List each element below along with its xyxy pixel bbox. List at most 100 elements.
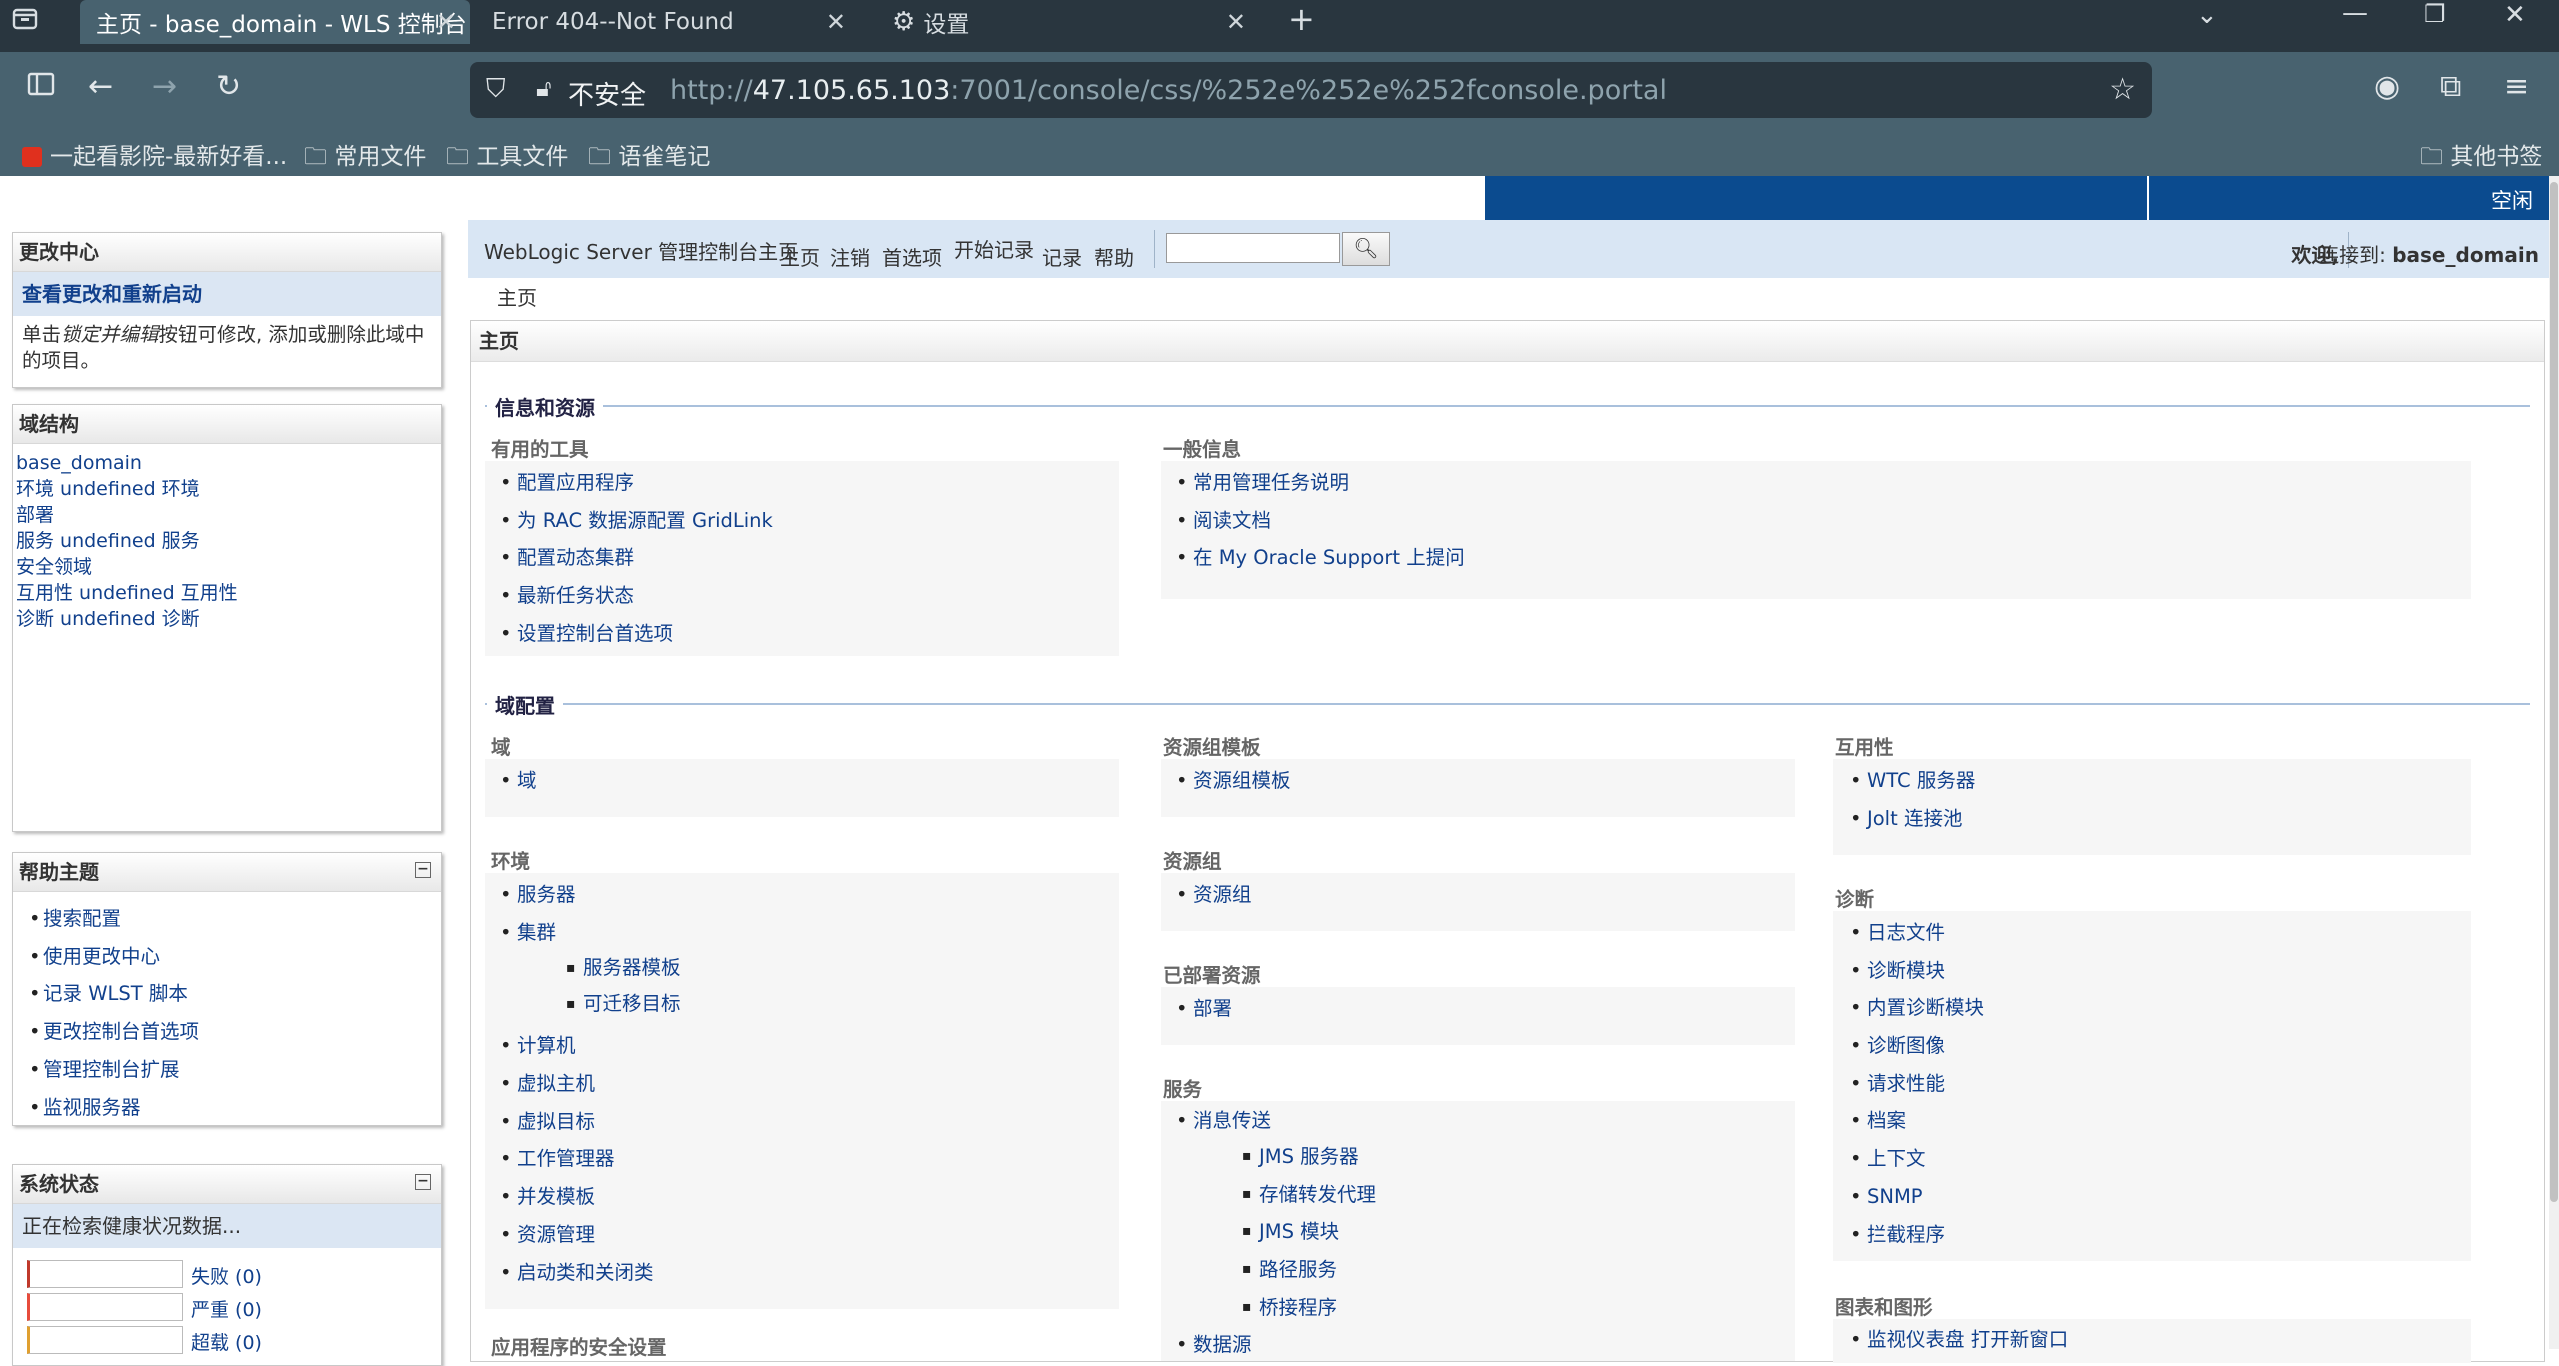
close-icon[interactable]: ✕ [2504,0,2526,30]
breadcrumb[interactable]: 主页 [497,282,537,311]
tree-item-base-domain[interactable]: base_domain [13,450,441,476]
service-link[interactable]: 消息传送 [1176,1104,1376,1138]
tab-settings[interactable]: ⚙ 设置 ✕ [880,0,1260,44]
search-input[interactable] [1166,233,1340,263]
service-link[interactable]: 路径服务 [1242,1251,1376,1289]
nav-logout[interactable]: 注销 [830,242,870,271]
tab-console-home[interactable]: 主页 - base_domain - WLS 控制台 ✕ [80,0,470,44]
health-failed[interactable]: 失败 (0) [191,1262,262,1289]
menu-icon[interactable]: ≡ [2504,69,2529,104]
bookmark-folder[interactable]: 🗀︎ 工具文件 [446,137,568,179]
env-link[interactable]: 服务器 [500,876,681,914]
help-link[interactable]: 使用更改中心 [29,938,441,976]
env-link[interactable]: 工作管理器 [500,1140,681,1178]
health-critical[interactable]: 严重 (0) [191,1295,262,1322]
env-link[interactable]: 计算机 [500,1027,681,1065]
help-link[interactable]: 管理控制台扩展 [29,1051,441,1089]
tree-item-deployments[interactable]: 部署 [13,502,441,528]
help-link[interactable]: 记录 WLST 脚本 [29,975,441,1013]
account-icon[interactable]: ◉ [2374,69,2400,104]
diag-link[interactable]: 档案 [1850,1102,1984,1140]
service-link[interactable]: JMS 服务器 [1242,1138,1376,1176]
diag-link[interactable]: 诊断模块 [1850,952,1984,990]
reload-icon[interactable]: ↻ [216,69,241,104]
sidebar-icon[interactable] [26,69,56,107]
service-link[interactable]: 数据源 [1176,1326,1376,1364]
diag-link[interactable]: 日志文件 [1850,914,1984,952]
diag-link[interactable]: 诊断图像 [1850,1027,1984,1065]
minimize-icon[interactable]: — [2342,0,2368,28]
bookmark-item[interactable]: 一起看影院-最新好看... [22,137,287,171]
scrollbar-thumb[interactable] [2550,182,2558,1202]
minimize-icon[interactable]: − [415,862,431,878]
other-bookmarks[interactable]: 🗀︎ 其他书签 [2420,137,2542,179]
help-link[interactable]: 监视服务器 [29,1089,441,1127]
rg-link[interactable]: 资源组 [1176,876,1251,914]
plus-icon[interactable]: + [1288,0,1315,38]
env-link[interactable]: 集群 [500,914,681,952]
env-link[interactable]: 服务器模板 [566,951,680,985]
chart-link[interactable]: 监视仪表盘 打开新窗口 [1850,1321,2068,1359]
lock-warning-icon[interactable]: 🔓︎ [536,74,552,102]
bookmark-folder[interactable]: 🗀︎ 常用文件 [304,137,426,179]
tree-item-diagnostics[interactable]: 诊断 undefined 诊断 [13,606,441,632]
close-icon[interactable]: ✕ [1226,8,1246,36]
tree-item-services[interactable]: 服务 undefined 服务 [13,528,441,554]
restore-icon[interactable]: ❐ [2424,0,2446,28]
interop-link[interactable]: Jolt 连接池 [1850,800,1975,838]
env-link[interactable]: 可迁移目标 [566,985,680,1027]
service-link[interactable]: JMS 模块 [1242,1213,1376,1251]
nav-record[interactable]: 记录 [1042,242,1082,271]
tree-item-environment[interactable]: 环境 undefined 环境 [13,476,441,502]
shield-icon[interactable]: ⛉ [486,74,506,105]
extensions-icon[interactable]: ⧉ [2440,69,2461,104]
tab-error-404[interactable]: Error 404--Not Found ✕ [480,0,860,44]
env-link[interactable]: 虚拟目标 [500,1103,681,1141]
forward-arrow-icon[interactable]: → [152,69,177,104]
security-label[interactable]: 不安全 [568,75,646,112]
address-bar[interactable]: ⛉ 🔓︎ 不安全 http://47.105.65.103:7001/conso… [470,62,2152,118]
tool-link[interactable]: 设置控制台首选项 [500,615,773,653]
diag-link[interactable]: SNMP [1850,1178,1984,1216]
view-changes-link[interactable]: 查看更改和重新启动 [13,272,441,316]
chevron-down-icon[interactable]: ⌄ [2196,0,2218,30]
tool-link[interactable]: 为 RAC 数据源配置 GridLink [500,502,773,540]
health-overloaded[interactable]: 超载 (0) [191,1328,262,1355]
search-button[interactable]: 🔍︎ [1342,232,1390,266]
interop-link[interactable]: WTC 服务器 [1850,762,1975,800]
env-link[interactable]: 虚拟主机 [500,1065,681,1103]
nav-home[interactable]: 主页 [780,242,820,271]
tool-link[interactable]: 配置应用程序 [500,464,773,502]
help-link[interactable]: 搜索配置 [29,900,441,938]
tool-link[interactable]: 最新任务状态 [500,577,773,615]
info-link[interactable]: 在 My Oracle Support 上提问 [1176,539,1465,577]
help-link[interactable]: 更改控制台首选项 [29,1013,441,1051]
tab-manager-icon[interactable] [10,4,40,41]
env-link[interactable]: 启动类和关闭类 [500,1254,681,1292]
close-icon[interactable]: ✕ [826,8,846,36]
bookmark-folder[interactable]: 🗀︎ 语雀笔记 [588,137,710,179]
tool-link[interactable]: 配置动态集群 [500,539,773,577]
service-link[interactable]: 存储转发代理 [1242,1176,1376,1214]
service-link[interactable]: 桥接程序 [1242,1289,1376,1327]
diag-link[interactable]: 请求性能 [1850,1065,1984,1103]
minimize-icon[interactable]: − [415,1174,431,1190]
deploy-link[interactable]: 部署 [1176,990,1232,1028]
env-link[interactable]: 并发模板 [500,1178,681,1216]
star-icon[interactable]: ☆ [2109,72,2136,107]
tree-item-interoperability[interactable]: 互用性 undefined 互用性 [13,580,441,606]
info-link[interactable]: 常用管理任务说明 [1176,464,1465,502]
rgt-link[interactable]: 资源组模板 [1176,762,1290,800]
env-link[interactable]: 资源管理 [500,1216,681,1254]
diag-link[interactable]: 内置诊断模块 [1850,989,1984,1027]
page-scrollbar[interactable] [2549,176,2559,1349]
url-text[interactable]: http://47.105.65.103:7001/console/css/%2… [670,75,1667,106]
nav-preferences[interactable]: 首选项 [882,242,942,271]
nav-help[interactable]: 帮助 [1094,242,1134,271]
info-link[interactable]: 阅读文档 [1176,502,1465,540]
nav-start-recording[interactable]: 开始记录 [954,234,1034,263]
diag-link[interactable]: 拦截程序 [1850,1216,1984,1254]
close-icon[interactable]: ✕ [436,8,456,36]
domain-link[interactable]: 域 [500,762,536,800]
tree-item-security-realms[interactable]: 安全领域 [13,554,441,580]
